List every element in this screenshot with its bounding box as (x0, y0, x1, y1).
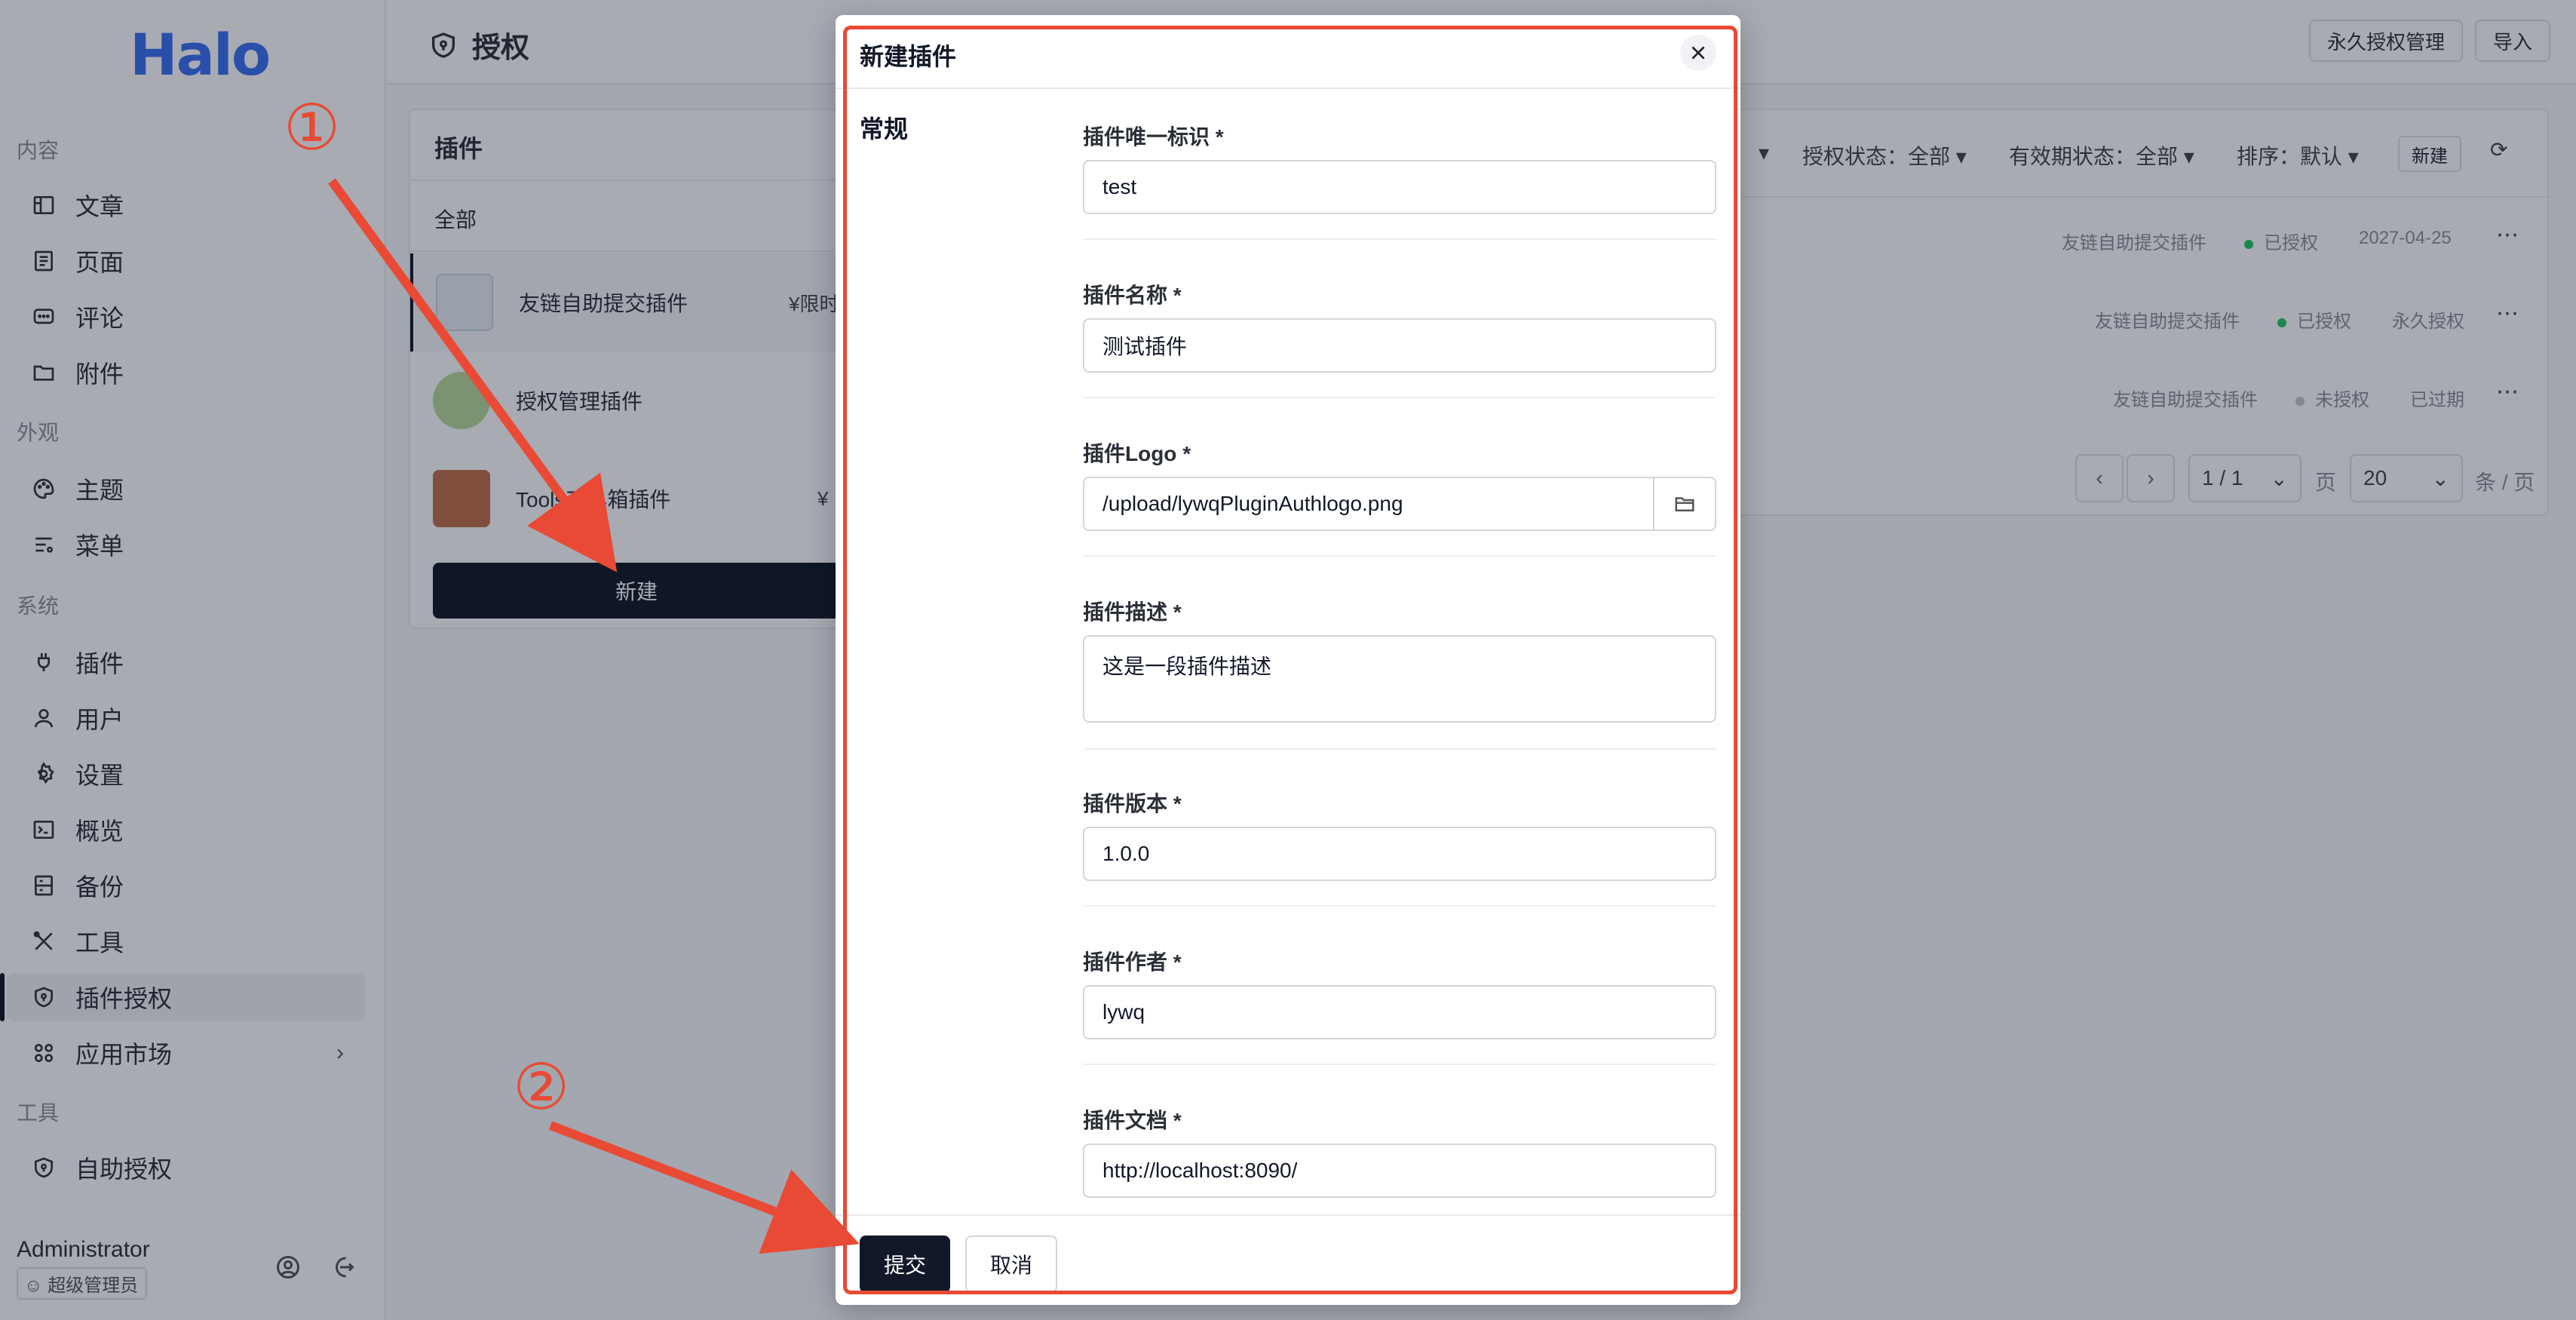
plugin-author-input[interactable]: lywq (1083, 985, 1716, 1039)
plugin-id-input[interactable]: test (1083, 160, 1716, 214)
plugin-version-input[interactable]: 1.0.0 (1083, 827, 1716, 881)
divider (1083, 1064, 1716, 1065)
modal-header: 新建插件 (836, 15, 1740, 89)
plugin-desc-textarea[interactable]: 这是一段插件描述 (1083, 635, 1716, 723)
browse-attachment-button[interactable] (1653, 478, 1715, 530)
submit-button[interactable]: 提交 (860, 1236, 950, 1293)
plugin-logo-value: /upload/lywqPluginAuthlogo.png (1102, 492, 1403, 515)
folder-icon (1675, 497, 1694, 511)
divider (1083, 555, 1716, 557)
close-icon (1691, 46, 1705, 60)
field-label-name: 插件名称 * (1083, 284, 1182, 307)
divider (1083, 238, 1716, 240)
step-2-marker: ② (513, 1050, 570, 1124)
step-1-marker: ① (284, 91, 341, 164)
modal-footer: 提交 取消 (836, 1214, 1740, 1305)
field-label-id: 插件唯一标识 * (1083, 125, 1224, 149)
cancel-button[interactable]: 取消 (965, 1236, 1057, 1293)
divider (1083, 748, 1716, 750)
new-plugin-modal: 新建插件 常规 插件唯一标识 * test 插件名称 * 测试插件 插件Logo… (836, 15, 1740, 1305)
plugin-doc-input[interactable]: http://localhost:8090/ (1083, 1143, 1716, 1198)
divider (1083, 905, 1716, 907)
field-label-desc: 插件描述 * (1083, 600, 1182, 624)
divider (1083, 397, 1716, 398)
plugin-name-input[interactable]: 测试插件 (1083, 318, 1716, 373)
field-label-logo: 插件Logo * (1083, 442, 1191, 465)
plugin-logo-input[interactable]: /upload/lywqPluginAuthlogo.png (1083, 477, 1716, 531)
close-button[interactable] (1680, 35, 1716, 71)
field-label-doc: 插件文档 * (1083, 1109, 1182, 1132)
field-label-author: 插件作者 * (1083, 950, 1182, 974)
field-label-version: 插件版本 * (1083, 792, 1182, 815)
section-general: 常规 (860, 115, 909, 143)
modal-title: 新建插件 (860, 43, 957, 70)
